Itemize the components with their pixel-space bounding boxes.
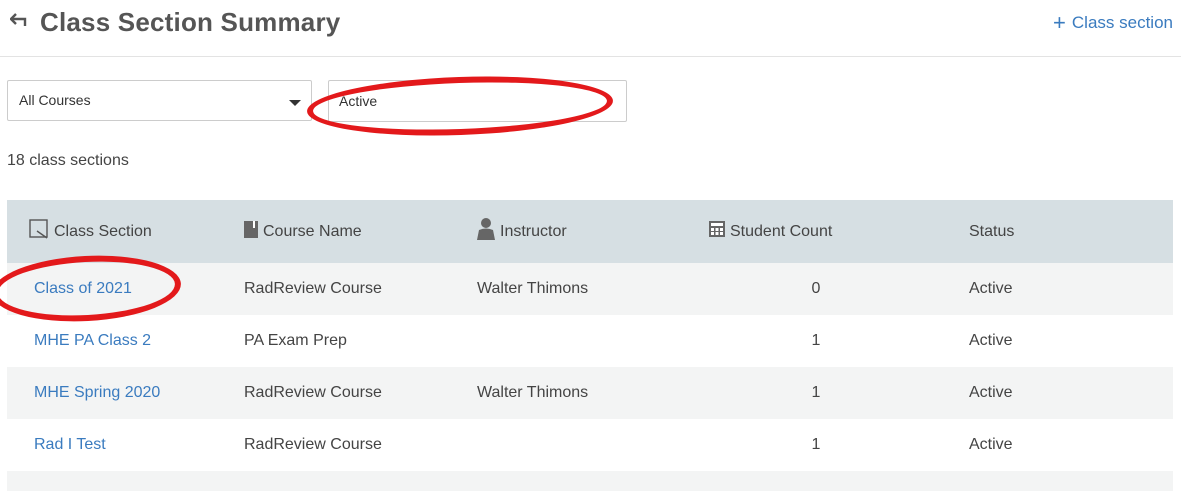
course-select-value: All Courses	[19, 92, 91, 108]
class-section-link[interactable]: MHE PA Class 2	[34, 332, 151, 349]
book-icon	[244, 220, 258, 243]
status-cell: Active	[969, 332, 1013, 349]
student-count-cell: 1	[811, 332, 821, 349]
class-section-table: Class Section Course Name Instructor Stu…	[7, 200, 1173, 491]
column-header-student-count[interactable]: Student Count	[709, 200, 969, 263]
class-section-link[interactable]: MHE Spring 2020	[34, 384, 160, 401]
student-count-cell: 1	[811, 436, 821, 453]
course-name-cell: RadReview Course	[244, 436, 382, 453]
add-class-section-link[interactable]: + Class section	[1053, 10, 1173, 35]
table-row: MHE PA Class 2 PA Exam Prep 1 Active	[7, 315, 1173, 367]
column-header-status[interactable]: Status	[969, 200, 1173, 263]
instructor-cell: Walter Thimons	[477, 384, 589, 401]
table-row: MHE Spring 2020 RadReview Course Walter …	[7, 367, 1173, 419]
student-count-cell: 1	[811, 384, 821, 401]
instructor-cell: Walter Thimons	[477, 280, 589, 297]
course-select[interactable]: All Courses	[7, 80, 312, 121]
user-icon	[477, 218, 495, 245]
calculator-icon	[709, 221, 725, 242]
back-arrow-icon[interactable]	[8, 8, 32, 32]
status-cell: Active	[969, 384, 1013, 401]
table-row-partial	[7, 471, 1173, 491]
class-section-count: 18 class sections	[7, 152, 129, 169]
column-header-course-name[interactable]: Course Name	[244, 200, 477, 263]
page-title: Class Section Summary	[40, 7, 341, 37]
status-filter-input[interactable]	[328, 80, 627, 122]
status-cell: Active	[969, 436, 1013, 453]
plus-icon: +	[1053, 10, 1066, 35]
status-cell: Active	[969, 280, 1013, 297]
table-header: Class Section Course Name Instructor Stu…	[7, 200, 1173, 263]
course-name-cell: RadReview Course	[244, 384, 382, 401]
course-name-cell: RadReview Course	[244, 280, 382, 297]
course-name-cell: PA Exam Prep	[244, 332, 347, 349]
student-count-cell: 0	[811, 280, 821, 297]
class-section-link[interactable]: Rad I Test	[34, 436, 106, 453]
column-header-instructor[interactable]: Instructor	[477, 200, 709, 263]
add-class-section-label: Class section	[1071, 13, 1173, 32]
page-header: Class Section Summary + Class section	[0, 0, 1181, 57]
class-section-link[interactable]: Class of 2021	[34, 280, 132, 297]
column-header-class-section[interactable]: Class Section	[7, 200, 244, 263]
table-row: Rad I Test RadReview Course 1 Active	[7, 419, 1173, 471]
table-row: Class of 2021 RadReview Course Walter Th…	[7, 263, 1173, 315]
checkbox-icon	[29, 219, 49, 244]
chevron-down-icon	[289, 100, 301, 106]
